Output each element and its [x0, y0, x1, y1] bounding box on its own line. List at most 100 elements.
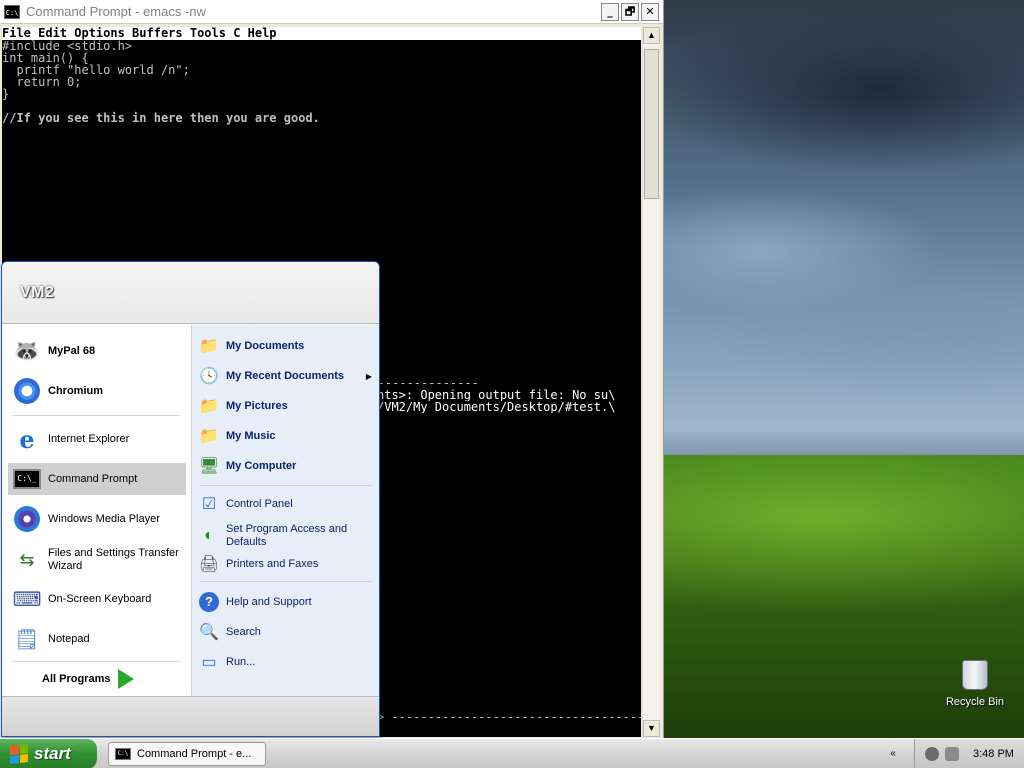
code-line[interactable]: #include <stdio.h>: [2, 40, 641, 52]
start-label: start: [34, 744, 71, 763]
all-programs-label: All Programs: [42, 673, 111, 685]
search-label: Search: [226, 625, 261, 638]
taskbar-button-command-prompt[interactable]: C:\ Command Prompt - e...: [108, 742, 266, 766]
help-support-link[interactable]: ? Help and Support: [198, 589, 378, 615]
console-icon: C:\: [4, 4, 20, 19]
vertical-scrollbar[interactable]: ▲ ▼: [642, 27, 660, 737]
recent-label: Internet Explorer: [48, 432, 130, 445]
volume-icon[interactable]: [945, 747, 959, 761]
pinned-mypal-label: MyPal 68: [48, 344, 96, 357]
system-tray: 3:48 PM: [914, 739, 1024, 768]
taskbar-button-label: Command Prompt - e...: [137, 748, 252, 760]
start-menu-header: VM2: [2, 262, 379, 324]
pinned-chromium[interactable]: Chromium: [8, 375, 186, 407]
pinned-chromium-label: Chromium: [48, 384, 103, 397]
recent-windows-media-player[interactable]: Windows Media Player: [8, 503, 186, 535]
search-icon: 🔍: [199, 624, 219, 641]
recycle-bin-label: Recycle Bin: [945, 696, 1005, 708]
help-icon: ?: [198, 591, 220, 613]
green-arrow-icon: [118, 669, 135, 689]
program-access-icon: ◐: [204, 527, 214, 544]
printer-icon: 🖨: [198, 556, 220, 573]
close-button[interactable]: ✕: [641, 3, 659, 21]
start-menu[interactable]: VM2 🦝 MyPal 68 Chromium e Internet Explo…: [1, 261, 380, 737]
console-icon: C:\: [115, 748, 131, 760]
submenu-arrow-icon: ▶: [365, 371, 372, 381]
start-menu-programs: 🦝 MyPal 68 Chromium e Internet Explorer …: [2, 325, 191, 697]
recent-files-settings-transfer[interactable]: ⇆ Files and Settings Transfer Wizard: [8, 543, 186, 577]
scroll-down-button[interactable]: ▼: [643, 720, 660, 737]
folder-pictures-icon: 📁: [199, 398, 219, 415]
recent-notepad[interactable]: 🗒 Notepad: [8, 623, 186, 655]
computer-icon: 🖥: [198, 458, 220, 475]
help-support-label: Help and Support: [226, 595, 312, 608]
all-programs-button[interactable]: All Programs: [42, 669, 135, 689]
user-name: VM2: [20, 283, 55, 301]
code-line[interactable]: }: [2, 88, 641, 100]
recent-label: Command Prompt: [48, 472, 138, 485]
my-pictures-link[interactable]: 📁 My Pictures: [198, 393, 378, 419]
chromium-icon: [12, 376, 42, 406]
separator: [200, 485, 372, 486]
on-screen-keyboard-icon: ⌨: [12, 588, 42, 611]
window-titlebar[interactable]: C:\ Command Prompt - emacs -nw _ 🗗 ✕: [0, 0, 663, 24]
my-music-link[interactable]: 📁 My Music: [198, 423, 378, 449]
mypal-icon: 🦝: [13, 338, 41, 363]
start-button[interactable]: start: [0, 739, 97, 768]
code-line[interactable]: //If you see this in here then you are g…: [2, 112, 641, 124]
scroll-thumb[interactable]: [644, 49, 659, 199]
set-program-access-link[interactable]: ◐ Set Program Access and Defaults: [198, 521, 378, 551]
recycle-bin-icon: [962, 660, 988, 690]
command-prompt-icon: C:\_: [12, 464, 42, 494]
window-title: Command Prompt - emacs -nw: [26, 4, 206, 19]
my-recent-documents-link[interactable]: 🕓 My Recent Documents ▶: [198, 363, 378, 389]
code-line[interactable]: return 0;: [2, 76, 641, 88]
code-line[interactable]: printf "hello world /n";: [2, 64, 641, 76]
folder-documents-icon: 📁: [199, 338, 219, 355]
recent-label: On-Screen Keyboard: [48, 592, 152, 605]
network-icon[interactable]: [925, 747, 939, 761]
recent-command-prompt[interactable]: C:\_ Command Prompt: [8, 463, 186, 495]
run-icon: ▭: [201, 654, 217, 671]
control-panel-icon: ☑: [201, 496, 217, 513]
search-link[interactable]: 🔍 Search: [198, 619, 378, 645]
internet-explorer-icon: e: [19, 424, 35, 454]
emacs-message-line-2: /VM2/My Documents/Desktop/#test.\: [377, 401, 616, 413]
separator: [12, 661, 180, 662]
clock[interactable]: 3:48 PM: [973, 748, 1014, 760]
my-documents-link[interactable]: 📁 My Documents: [198, 333, 378, 359]
maximize-button[interactable]: 🗗: [621, 3, 639, 21]
pinned-mypal[interactable]: 🦝 MyPal 68: [8, 335, 186, 367]
recent-internet-explorer[interactable]: e Internet Explorer: [8, 423, 186, 455]
tray-expand-button[interactable]: «: [885, 744, 901, 764]
scroll-up-button[interactable]: ▲: [643, 27, 660, 44]
my-documents-label: My Documents: [226, 339, 305, 352]
notepad-icon: 🗒: [14, 628, 40, 651]
separator: [200, 581, 372, 582]
start-menu-footer: [2, 696, 379, 736]
emacs-buffer[interactable]: #include <stdio.h> int main() { printf "h…: [2, 40, 641, 124]
my-computer-link[interactable]: 🖥 My Computer: [198, 453, 378, 479]
recycle-bin-shortcut[interactable]: Recycle Bin: [940, 660, 1010, 708]
my-computer-label: My Computer: [226, 459, 297, 472]
taskbar: start C:\ Command Prompt - e... « 3:48 P…: [0, 738, 1024, 768]
windows-logo-icon: [10, 744, 28, 764]
control-panel-link[interactable]: ☑ Control Panel: [198, 491, 378, 517]
separator: [12, 415, 180, 416]
my-recent-documents-label: My Recent Documents: [226, 369, 344, 382]
minimize-button[interactable]: _: [601, 3, 619, 21]
recent-documents-icon: 🕓: [199, 368, 219, 385]
emacs-message-line-1: nts>: Opening output file: No su\: [377, 389, 616, 401]
recent-label: Windows Media Player: [48, 512, 160, 525]
run-link[interactable]: ▭ Run...: [198, 649, 378, 675]
my-pictures-label: My Pictures: [226, 399, 288, 412]
printers-faxes-label: Printers and Faxes: [226, 557, 319, 570]
recent-label: Notepad: [48, 632, 90, 645]
folder-music-icon: 📁: [199, 428, 219, 445]
set-program-access-label: Set Program Access and Defaults: [226, 523, 348, 548]
emacs-modeline-bottom: > --------------------------------------…: [377, 711, 641, 723]
run-label: Run...: [226, 655, 256, 668]
my-music-label: My Music: [226, 429, 276, 442]
recent-on-screen-keyboard[interactable]: ⌨ On-Screen Keyboard: [8, 583, 186, 615]
printers-faxes-link[interactable]: 🖨 Printers and Faxes: [198, 551, 378, 577]
